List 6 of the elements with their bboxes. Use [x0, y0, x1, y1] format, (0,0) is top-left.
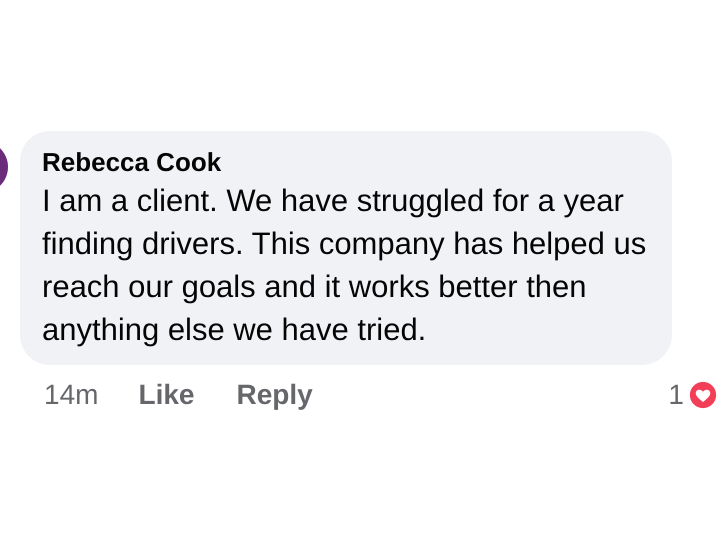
reaction-count: 1 — [668, 379, 684, 411]
action-link[interactable]: Like — [138, 379, 194, 411]
author-name[interactable]: Rebecca Cook — [42, 145, 648, 179]
action-link[interactable]: Reply — [236, 379, 313, 411]
comment-text: I am a client. We have struggled for a year finding drivers. This company has helped us reach our goals and it works better then anything else we have tried. — [42, 182, 648, 349]
timestamp: 14m — [44, 379, 98, 411]
